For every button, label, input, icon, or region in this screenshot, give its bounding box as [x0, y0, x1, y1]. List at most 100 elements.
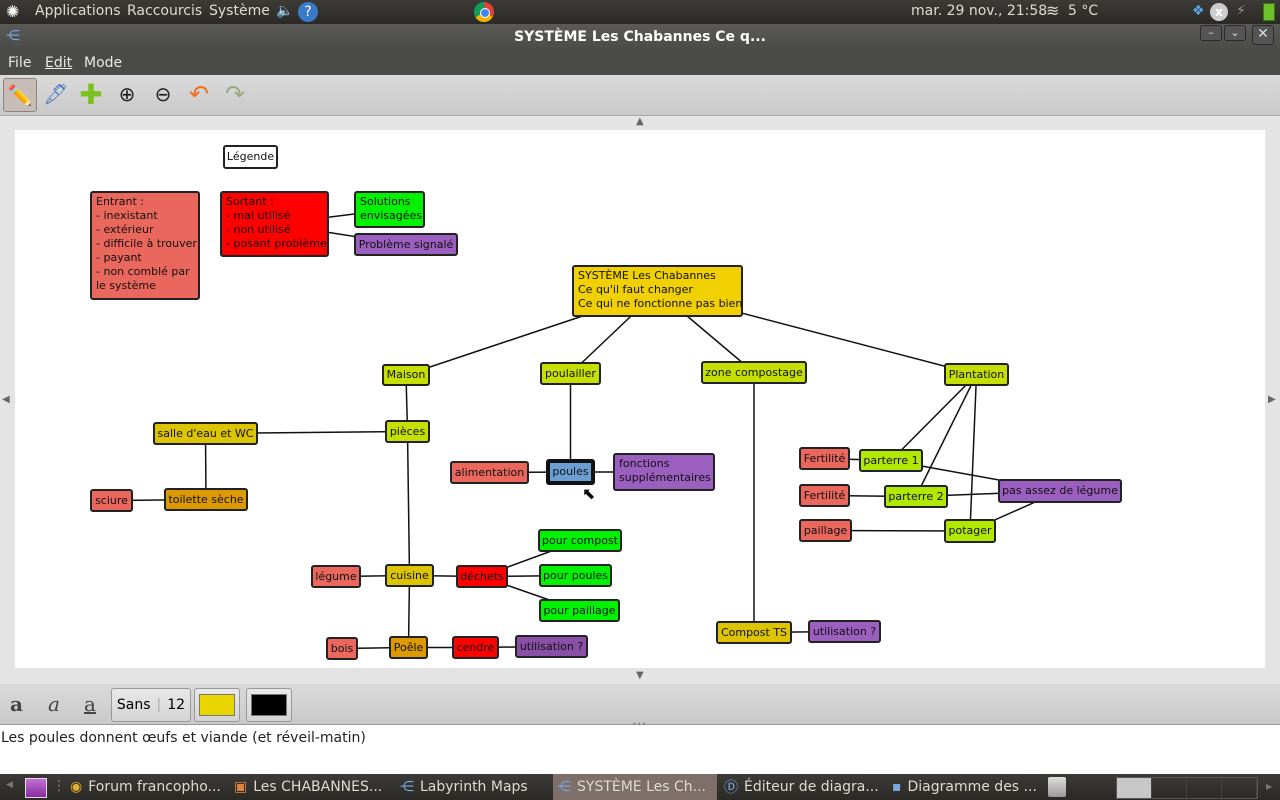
workspace-2[interactable] — [1152, 778, 1187, 798]
close-button[interactable]: ✕ — [1252, 25, 1274, 45]
weather-temperature[interactable]: 5 °C — [1068, 3, 1098, 19]
node-fonctions[interactable]: fonctions supplémentaires — [613, 453, 715, 491]
taskbar-scroll-right-icon[interactable]: ▶ — [1266, 782, 1272, 791]
battery-icon[interactable] — [1263, 3, 1275, 21]
trash-icon[interactable] — [1048, 777, 1066, 797]
window-titlebar[interactable]: ⋲ SYSTÈME Les Chabannes Ce q... – ⌄ ✕ — [0, 24, 1280, 51]
node-notes-text[interactable]: Les poules donnent œufs et viande (et ré… — [1, 730, 366, 746]
zoom-out-button[interactable]: ⊖ — [147, 78, 179, 110]
zoom-in-button[interactable]: ⊕ — [111, 78, 143, 110]
node-toilette[interactable]: toilette sèche — [164, 488, 248, 511]
workspace-switcher[interactable] — [1116, 777, 1258, 799]
clock[interactable]: mar. 29 nov., 21:58 — [911, 3, 1047, 19]
node-poele[interactable]: Poêle — [389, 636, 428, 659]
workspace-1[interactable] — [1117, 778, 1152, 798]
node-sciure[interactable]: sciure — [90, 489, 133, 512]
node-plantation[interactable]: Plantation — [944, 363, 1009, 386]
node-dechets[interactable]: déchets — [456, 565, 508, 588]
node-ppaillage[interactable]: pour paillage — [539, 599, 620, 622]
edge-plantation-parterre2 — [915, 374, 978, 497]
node-fert1[interactable]: Fertilité — [799, 447, 850, 470]
scroll-right-arrow-icon[interactable]: ▶ — [1268, 394, 1276, 405]
node-legende[interactable]: Légende — [223, 145, 278, 169]
skype-icon[interactable]: x — [1210, 3, 1228, 21]
edit-mode-button[interactable]: ✏️ — [3, 78, 37, 112]
italic-button[interactable]: a — [48, 692, 60, 716]
menu-file[interactable]: File — [8, 55, 31, 71]
ubuntu-logo-icon[interactable]: ✺ — [6, 2, 24, 21]
menu-mode[interactable]: Mode — [84, 55, 122, 71]
menu-edit[interactable]: Edit — [45, 55, 72, 71]
node-cuisine[interactable]: cuisine — [385, 564, 434, 587]
node-poulailler[interactable]: poulailler — [540, 362, 601, 385]
node-root[interactable]: SYSTÈME Les Chabannes Ce qu'il faut chang… — [572, 265, 743, 317]
taskbar-task[interactable]: ▣ Les CHABANNES... — [230, 774, 384, 800]
taskbar-task[interactable]: Ⓓ Éditeur de diagra... — [720, 774, 884, 800]
taskbar-task[interactable]: ⋲ Labyrinth Maps — [396, 774, 545, 800]
menu-systeme[interactable]: Système — [209, 3, 270, 19]
node-potager[interactable]: potager — [944, 519, 996, 543]
node-entrant[interactable]: Entrant :- inexistant - extérieur - diffic… — [90, 191, 200, 300]
mind-map-canvas[interactable]: Légende Entrant :- inexistant - extérieur -… — [15, 130, 1265, 668]
node-fert2[interactable]: Fertilité — [799, 484, 850, 507]
underline-button[interactable]: a — [84, 692, 96, 716]
network-icon[interactable]: ⚡ — [1236, 3, 1254, 21]
bold-button[interactable]: a — [10, 692, 23, 716]
scroll-up-arrow-icon[interactable]: ▲ — [636, 116, 644, 127]
taskbar-task[interactable]: ◉ Forum francopho... — [66, 774, 221, 800]
node-salle[interactable]: salle d'eau et WC — [153, 422, 258, 445]
node-probleme[interactable]: Problème signalé — [354, 233, 458, 256]
taskbar: ◀ ⋮ ◉ Forum francopho... ▣ Les CHABANNES...… — [0, 774, 1280, 800]
weather-fog-icon[interactable]: ≋ — [1046, 1, 1059, 20]
node-notes-area[interactable]: Les poules donnent œufs et viande (et ré… — [0, 725, 1280, 774]
fill-color-button[interactable] — [194, 688, 240, 722]
redo-button[interactable]: ↷ — [219, 78, 251, 110]
node-compostts[interactable]: Compost TS — [716, 621, 792, 644]
scroll-left-arrow-icon[interactable]: ◀ — [2, 394, 10, 405]
node-util1[interactable]: utilisation ? — [515, 635, 588, 658]
maximize-button[interactable]: ⌄ — [1224, 25, 1246, 41]
node-pieces[interactable]: pièces — [385, 420, 430, 443]
node-alimentation[interactable]: alimentation — [450, 461, 529, 484]
node-poules[interactable]: poules — [546, 459, 595, 485]
workspace-4[interactable] — [1222, 778, 1257, 798]
workspace-3[interactable] — [1187, 778, 1222, 798]
help-icon[interactable]: ? — [298, 2, 318, 22]
node-text-line: - posant problème — [226, 237, 327, 250]
node-compostage[interactable]: zone compostage — [701, 361, 807, 384]
chrome-icon[interactable] — [474, 2, 494, 22]
node-util2[interactable]: utilisation ? — [808, 620, 881, 643]
menu-applications[interactable]: Applications — [35, 3, 121, 19]
node-text-line: utilisation ? — [812, 624, 877, 638]
labyrinth-icon: ⋲ — [557, 779, 571, 795]
menu-raccourcis[interactable]: Raccourcis — [127, 3, 202, 19]
node-maison[interactable]: Maison — [382, 364, 430, 386]
node-bois[interactable]: bois — [326, 637, 358, 660]
undo-button[interactable]: ↶ — [183, 78, 215, 110]
node-text-line: légume — [315, 569, 357, 583]
node-sortant[interactable]: Sortant :- mal utilisé - non utilisé - pos… — [220, 191, 329, 257]
minimize-button[interactable]: – — [1200, 25, 1222, 41]
dropbox-icon[interactable]: ❖ — [1192, 3, 1210, 21]
node-paillage[interactable]: paillage — [799, 519, 852, 542]
taskbar-task[interactable]: ⋲ SYSTÈME Les Ch... — [553, 774, 717, 800]
node-parterre1[interactable]: parterre 1 — [859, 449, 923, 472]
node-parterre2[interactable]: parterre 2 — [884, 485, 948, 508]
add-node-button[interactable]: ✚ — [75, 78, 107, 111]
volume-icon[interactable]: 🔈 — [276, 3, 294, 21]
text-color-button[interactable] — [246, 688, 292, 722]
taskbar-scroll-left-icon[interactable]: ◀ — [6, 780, 13, 790]
node-solutions[interactable]: Solutions envisagées — [354, 191, 425, 228]
font-selector[interactable]: Sans | 12 — [111, 688, 191, 722]
node-ppoules[interactable]: pour poules — [539, 564, 612, 587]
show-desktop-icon[interactable] — [25, 778, 47, 798]
node-pasassez[interactable]: pas assez de légume — [998, 479, 1122, 503]
taskbar-task-label: SYSTÈME Les Ch... — [577, 779, 707, 795]
taskbar-task[interactable]: ▪ Diagramme des ... — [888, 774, 1042, 800]
node-text-line: - non comblé par — [96, 265, 190, 278]
node-pcompost[interactable]: pour compost — [538, 529, 622, 552]
scroll-down-arrow-icon[interactable]: ▼ — [636, 670, 644, 681]
eyedropper-button[interactable]: 🖋 — [40, 78, 72, 110]
node-legume[interactable]: légume — [311, 565, 361, 588]
node-cendre[interactable]: cendre — [452, 636, 499, 659]
